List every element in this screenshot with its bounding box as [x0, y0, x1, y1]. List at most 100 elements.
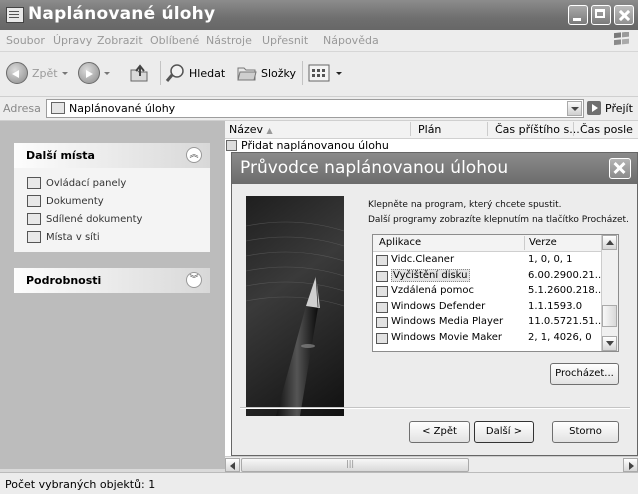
title-bar[interactable]: Naplánované úlohy — [0, 0, 638, 30]
movie-maker-icon — [376, 332, 388, 344]
menu-advanced[interactable]: Upřesnit — [262, 34, 308, 47]
app-name: Vidc.Cleaner — [391, 254, 455, 265]
search-icon — [165, 64, 184, 82]
remote-assistance-icon — [376, 286, 388, 297]
address-dropdown-button[interactable] — [567, 101, 582, 116]
app-list-scrollbar[interactable] — [601, 235, 618, 351]
documents-icon — [27, 195, 41, 207]
app-version: 2, 1, 4026, 0 — [528, 331, 592, 343]
app-name: Vyčištění disku — [391, 268, 470, 282]
back-button[interactable]: Zpět — [6, 59, 68, 87]
wizard-pen-image — [246, 196, 344, 416]
back-label: Zpět — [32, 66, 58, 80]
menu-bar: Soubor Úpravy Zobrazit Oblíbené Nástroje… — [0, 30, 638, 52]
maximize-button[interactable] — [591, 5, 611, 25]
link-network-places[interactable]: Místa v síti — [14, 228, 210, 246]
windows-logo-icon — [614, 32, 629, 46]
add-task-icon — [226, 140, 237, 151]
defender-icon — [376, 301, 388, 313]
window-title: Naplánované úlohy — [28, 4, 216, 24]
app-list-item[interactable]: Vidc.Cleaner 1, 0, 0, 1 — [375, 253, 602, 269]
status-bar: Počet vybraných objektů: 1 — [0, 472, 638, 494]
details-panel: Podrobnosti ︾ — [14, 268, 210, 293]
browse-button[interactable]: Procházet... — [550, 363, 619, 385]
scheduled-task-wizard-dialog: Průvodce naplánovanou úlohou Klepněte na… — [231, 152, 638, 456]
dialog-title-bar[interactable]: Průvodce naplánovanou úlohou — [232, 153, 637, 184]
forward-button[interactable] — [78, 59, 110, 87]
link-shared-documents[interactable]: Sdílené dokumenty — [14, 210, 210, 228]
dialog-divider — [240, 407, 630, 409]
app-name: Windows Movie Maker — [391, 331, 503, 343]
other-places-header[interactable]: Další místa ︽ — [14, 143, 210, 168]
shared-folder-icon — [27, 213, 41, 225]
scheduled-tasks-icon — [6, 7, 24, 23]
horizontal-scrollbar[interactable] — [225, 456, 638, 473]
cancel-button[interactable]: Storno — [552, 421, 619, 443]
views-button[interactable] — [308, 59, 342, 87]
app-name: Windows Defender — [391, 300, 486, 312]
expand-icon[interactable]: ︾ — [186, 272, 202, 288]
scroll-thumb[interactable] — [602, 305, 617, 327]
link-documents[interactable]: Dokumenty — [14, 192, 210, 210]
chevron-down-icon — [61, 71, 68, 75]
collapse-icon[interactable]: ︽ — [186, 147, 202, 163]
app-list-item[interactable]: Windows Movie Maker 2, 1, 4026, 0 — [375, 331, 602, 347]
scroll-right-button[interactable] — [623, 458, 638, 472]
menu-favorites[interactable]: Oblíbené — [150, 34, 199, 47]
column-last-run[interactable]: Čas posle — [580, 123, 633, 137]
other-places-panel: Další místa ︽ Ovládací panely Dokumenty … — [14, 143, 210, 252]
other-places-title: Další místa — [26, 149, 95, 162]
address-value: Naplánované úlohy — [69, 102, 176, 115]
address-input[interactable]: Naplánované úlohy — [46, 99, 584, 118]
app-list-item[interactable]: Vzdálená pomoc 5.1.2600.218... — [375, 284, 605, 300]
details-header[interactable]: Podrobnosti ︾ — [14, 268, 210, 293]
vidc-icon — [376, 255, 388, 266]
network-places-icon — [27, 231, 41, 243]
up-folder-button[interactable] — [128, 59, 150, 87]
app-list-item[interactable]: Windows Media Player 11.0.5721.51... — [375, 315, 605, 331]
back-button[interactable]: < Zpět — [409, 421, 470, 443]
list-item[interactable]: Přidat naplánovanou úlohu — [226, 138, 389, 153]
address-label: Adresa — [3, 102, 41, 115]
link-control-panel[interactable]: Ovládací panely — [14, 174, 210, 192]
list-item-label: Přidat naplánovanou úlohu — [241, 139, 389, 152]
app-list-item[interactable]: Vyčištění disku 6.00.2900.21... — [375, 268, 604, 285]
folders-label: Složky — [261, 66, 297, 80]
column-schedule[interactable]: Plán — [418, 123, 441, 137]
toolbar: Zpět Hledat Složky — [0, 52, 638, 97]
scroll-down-button[interactable] — [602, 336, 617, 351]
column-version[interactable]: Verze — [529, 237, 557, 248]
go-button[interactable]: Přejít — [587, 101, 633, 115]
menu-file[interactable]: Soubor — [6, 34, 45, 47]
list-header: Název ▲ Plán Čas příštího s... Čas posle — [225, 121, 638, 139]
scheduled-tasks-icon — [51, 102, 65, 114]
dialog-close-button[interactable] — [609, 158, 631, 179]
menu-view[interactable]: Zobrazit — [97, 34, 143, 47]
control-panel-icon — [27, 177, 41, 189]
up-folder-icon — [130, 64, 148, 82]
status-text: Počet vybraných objektů: 1 — [5, 478, 156, 491]
menu-tools[interactable]: Nástroje — [206, 34, 252, 47]
folders-button[interactable]: Složky — [236, 59, 296, 87]
app-list-item[interactable]: Windows Defender 1.1.1593.0 — [375, 300, 602, 316]
menu-edit[interactable]: Úpravy — [53, 34, 92, 47]
close-button[interactable] — [614, 5, 634, 25]
application-list[interactable]: Aplikace Verze Vidc.Cleaner 1, 0, 0, 1 Vyč… — [372, 234, 619, 352]
next-button[interactable]: Další > — [474, 421, 534, 443]
column-name[interactable]: Název ▲ — [229, 123, 273, 137]
scroll-up-button[interactable] — [602, 235, 617, 250]
column-next-run[interactable]: Čas příštího s... — [495, 123, 580, 137]
app-version: 11.0.5721.51... — [528, 316, 605, 327]
task-pane: Další místa ︽ Ovládací panely Dokumenty … — [0, 121, 225, 469]
go-label: Přejít — [605, 101, 633, 115]
menu-help[interactable]: Nápověda — [323, 34, 379, 47]
media-player-icon — [376, 317, 388, 328]
scroll-thumb[interactable] — [241, 458, 469, 472]
column-application[interactable]: Aplikace — [379, 237, 421, 248]
instruction-text: Klepněte na program, který chcete spusti… — [368, 200, 562, 210]
scroll-left-button[interactable] — [225, 458, 240, 472]
search-button[interactable]: Hledat — [165, 59, 225, 87]
minimize-button[interactable] — [568, 5, 588, 25]
app-version: 5.1.2600.218... — [528, 285, 605, 296]
app-name: Windows Media Player — [391, 316, 504, 327]
